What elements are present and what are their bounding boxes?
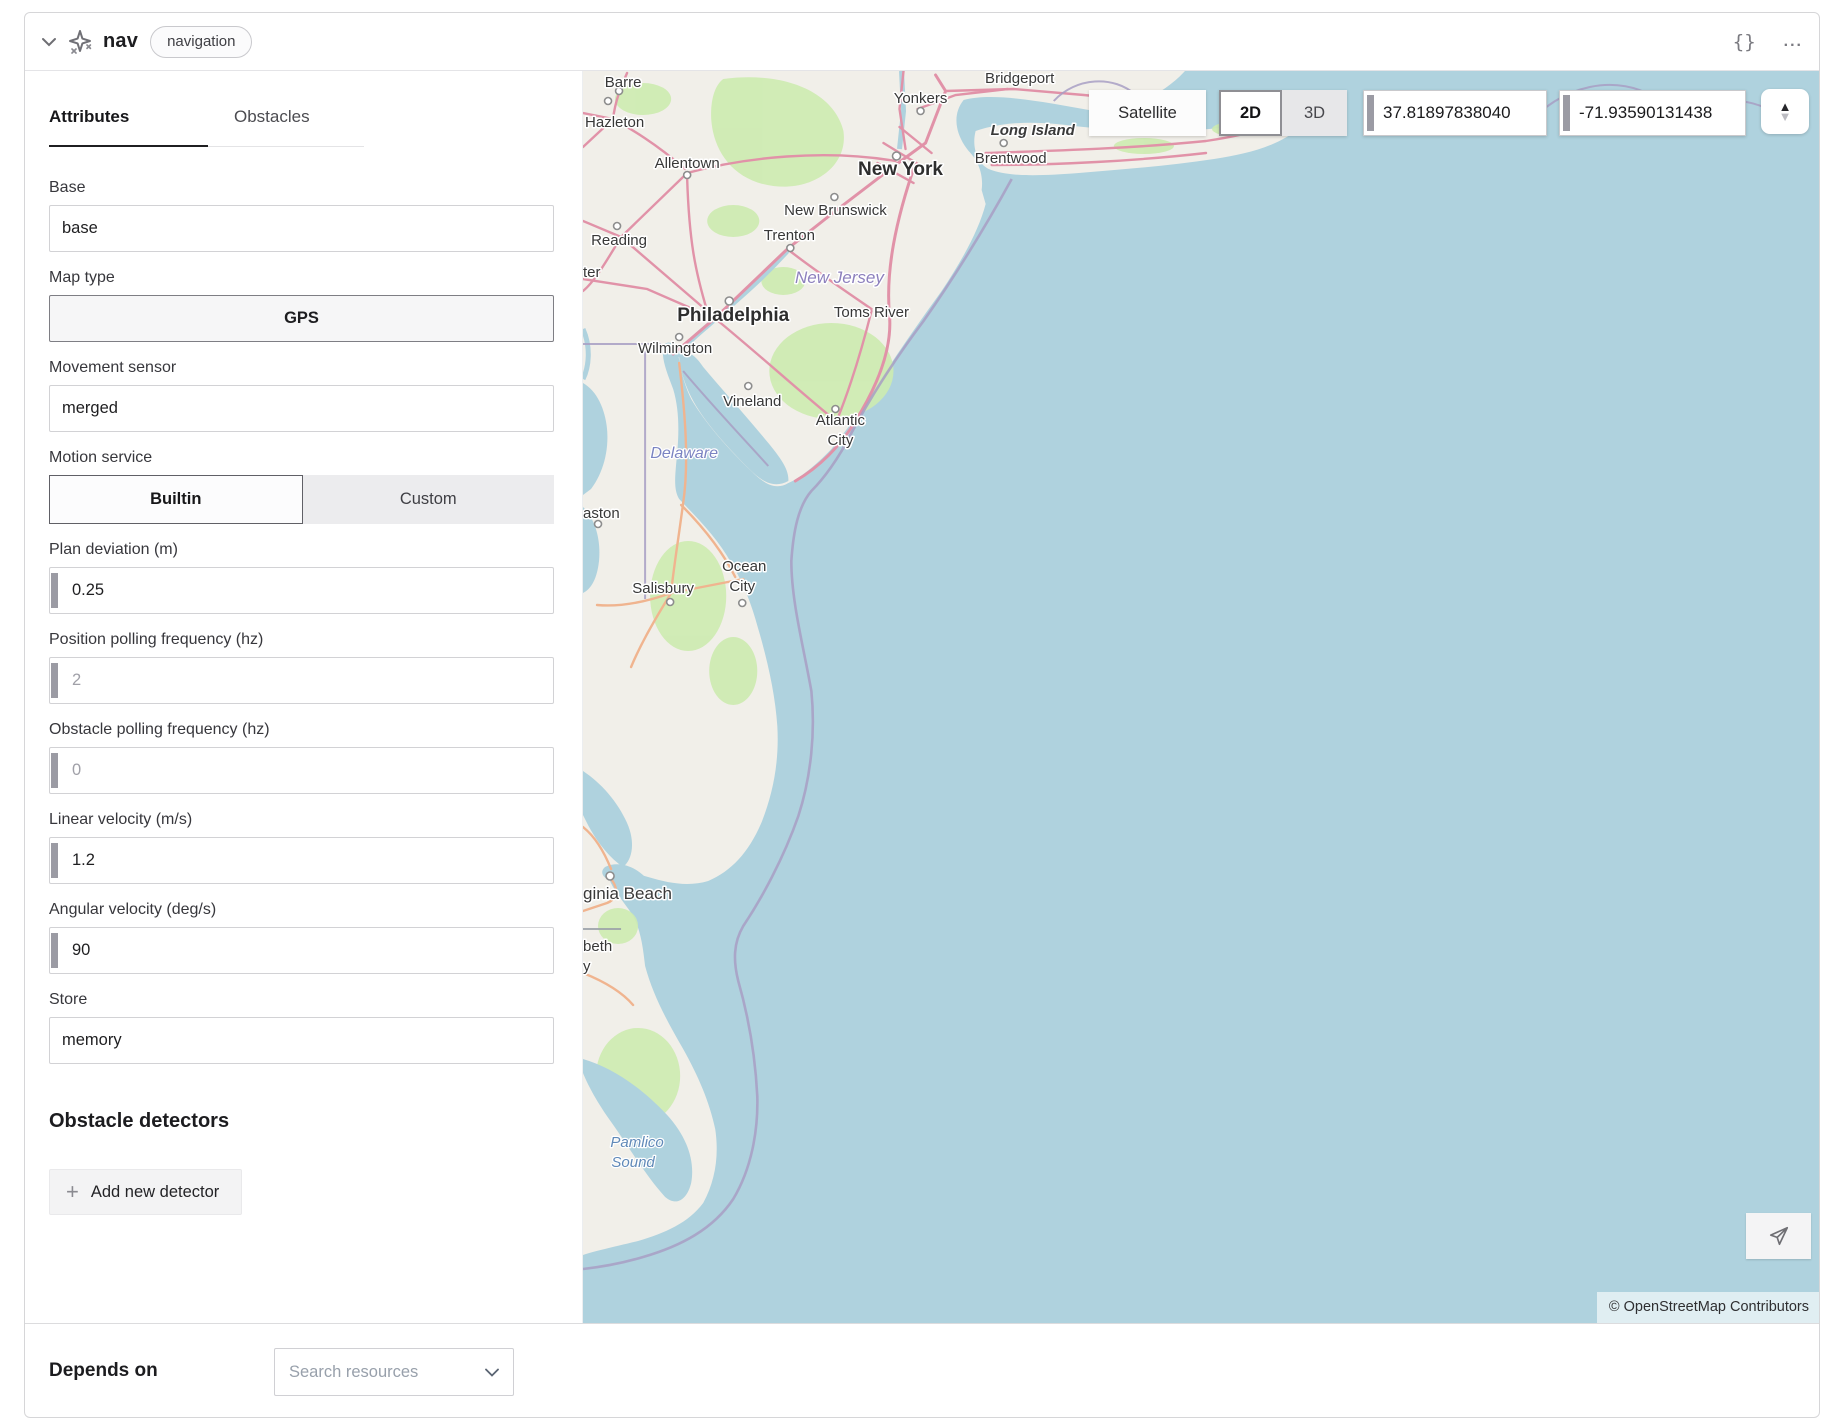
depends-on-dropdown[interactable]: Search resources bbox=[274, 1348, 514, 1396]
search-resources-placeholder: Search resources bbox=[289, 1363, 485, 1382]
longitude-input[interactable] bbox=[1560, 91, 1745, 135]
field-motion-service: Motion service Builtin Custom bbox=[49, 449, 554, 524]
more-menu-icon[interactable]: ... bbox=[1784, 33, 1803, 51]
tab-attributes[interactable]: Attributes bbox=[49, 107, 208, 147]
plan-deviation-label: Plan deviation (m) bbox=[49, 541, 554, 559]
latitude-field bbox=[1363, 90, 1547, 136]
field-obstacle-polling: Obstacle polling frequency (hz) bbox=[49, 721, 554, 794]
latitude-input[interactable] bbox=[1364, 91, 1546, 135]
store-label: Store bbox=[49, 991, 554, 1009]
plan-deviation-input[interactable] bbox=[49, 567, 554, 614]
field-map-type: Map type GPS bbox=[49, 269, 554, 342]
base-input[interactable] bbox=[49, 205, 554, 252]
svg-text:Vineland: Vineland bbox=[723, 393, 781, 410]
field-position-polling: Position polling frequency (hz) bbox=[49, 631, 554, 704]
svg-text:beth: beth bbox=[583, 938, 612, 955]
depends-on-row: Depends on Search resources bbox=[25, 1323, 1819, 1417]
nav-service-card: nav navigation {} ... Attributes Obstacl… bbox=[24, 12, 1820, 1418]
depends-on-label: Depends on bbox=[49, 1360, 158, 1382]
svg-text:New York: New York bbox=[858, 159, 943, 180]
obstacle-polling-label: Obstacle polling frequency (hz) bbox=[49, 721, 554, 739]
svg-text:City: City bbox=[729, 578, 755, 595]
svg-text:ter: ter bbox=[583, 264, 601, 281]
header-actions: {} ... bbox=[1733, 31, 1803, 53]
svg-text:aston: aston bbox=[583, 505, 620, 522]
svg-text:Brentwood: Brentwood bbox=[975, 150, 1047, 167]
chevron-down-icon bbox=[485, 1368, 499, 1377]
svg-text:y: y bbox=[583, 958, 591, 975]
obstacle-detectors-heading: Obstacle detectors bbox=[49, 1110, 554, 1133]
send-location-icon bbox=[1768, 1225, 1790, 1247]
field-base: Base bbox=[49, 179, 554, 252]
svg-text:Wilmington: Wilmington bbox=[638, 340, 712, 357]
resource-type-badge: navigation bbox=[150, 26, 252, 58]
store-input[interactable] bbox=[49, 1017, 554, 1064]
angular-velocity-label: Angular velocity (deg/s) bbox=[49, 901, 554, 919]
map-attribution: © OpenStreetMap Contributors bbox=[1597, 1292, 1820, 1323]
recenter-button[interactable] bbox=[1746, 1213, 1811, 1259]
longitude-field bbox=[1559, 90, 1746, 136]
svg-text:New Brunswick: New Brunswick bbox=[784, 202, 887, 219]
svg-text:Ocean: Ocean bbox=[722, 558, 766, 575]
add-detector-button[interactable]: + Add new detector bbox=[49, 1169, 242, 1215]
obstacle-polling-input[interactable] bbox=[49, 747, 554, 794]
svg-text:City: City bbox=[827, 432, 853, 449]
svg-text:Atlantic: Atlantic bbox=[816, 412, 866, 429]
svg-text:Reading: Reading bbox=[591, 232, 647, 249]
svg-text:Yonkers: Yonkers bbox=[894, 90, 948, 107]
map-mode-toggle: 2D 3D bbox=[1219, 90, 1347, 136]
svg-text:New Jersey: New Jersey bbox=[795, 268, 885, 287]
field-linear-velocity: Linear velocity (m/s) bbox=[49, 811, 554, 884]
field-angular-velocity: Angular velocity (deg/s) bbox=[49, 901, 554, 974]
collapse-chevron-icon[interactable] bbox=[39, 32, 59, 52]
page: nav navigation {} ... Attributes Obstacl… bbox=[0, 0, 1844, 1428]
angular-velocity-input[interactable] bbox=[49, 927, 554, 974]
movement-sensor-label: Movement sensor bbox=[49, 359, 554, 377]
map-type-label: Map type bbox=[49, 269, 554, 287]
movement-sensor-input[interactable] bbox=[49, 385, 554, 432]
coordinate-stepper[interactable]: ▲ ▼ bbox=[1761, 89, 1809, 134]
svg-text:Toms River: Toms River bbox=[834, 304, 909, 321]
satellite-toggle-button[interactable]: Satellite bbox=[1089, 90, 1206, 136]
field-store: Store bbox=[49, 991, 554, 1064]
field-plan-deviation: Plan deviation (m) bbox=[49, 541, 554, 614]
svg-text:Delaware: Delaware bbox=[650, 445, 718, 462]
linear-velocity-label: Linear velocity (m/s) bbox=[49, 811, 554, 829]
motion-service-builtin-option[interactable]: Builtin bbox=[49, 475, 303, 524]
map-type-gps-button[interactable]: GPS bbox=[49, 295, 554, 342]
mode-3d-button[interactable]: 3D bbox=[1282, 90, 1347, 136]
field-movement-sensor: Movement sensor bbox=[49, 359, 554, 432]
plus-icon: + bbox=[66, 1181, 79, 1203]
svg-text:Sound: Sound bbox=[611, 1154, 655, 1171]
resource-name: nav bbox=[103, 30, 138, 53]
svg-text:Pamlico: Pamlico bbox=[610, 1134, 663, 1151]
navigation-service-icon bbox=[65, 27, 95, 57]
svg-text:Barre: Barre bbox=[605, 74, 642, 91]
mode-2d-button[interactable]: 2D bbox=[1219, 90, 1282, 136]
motion-service-label: Motion service bbox=[49, 449, 554, 467]
svg-text:ginia Beach: ginia Beach bbox=[583, 884, 672, 903]
linear-velocity-input[interactable] bbox=[49, 837, 554, 884]
svg-text:Salisbury: Salisbury bbox=[632, 580, 694, 597]
card-header: nav navigation {} ... bbox=[25, 13, 1819, 71]
svg-text:Philadelphia: Philadelphia bbox=[677, 305, 789, 326]
svg-text:Hazleton: Hazleton bbox=[585, 114, 644, 131]
map-canvas[interactable]: Barre Hazleton Yonkers Bridgeport Long I… bbox=[583, 71, 1820, 1323]
base-label: Base bbox=[49, 179, 554, 197]
svg-text:Long Island: Long Island bbox=[991, 122, 1076, 139]
position-polling-input[interactable] bbox=[49, 657, 554, 704]
svg-text:Trenton: Trenton bbox=[764, 227, 815, 244]
svg-text:Allentown: Allentown bbox=[655, 155, 720, 172]
motion-service-custom-option[interactable]: Custom bbox=[303, 475, 555, 524]
step-down-icon[interactable]: ▼ bbox=[1779, 112, 1792, 121]
add-detector-label: Add new detector bbox=[91, 1183, 219, 1202]
tab-obstacles[interactable]: Obstacles bbox=[208, 107, 364, 147]
attributes-pane: Attributes Obstacles Base Map type GPS M… bbox=[25, 71, 583, 1323]
svg-text:Bridgeport: Bridgeport bbox=[985, 71, 1055, 87]
position-polling-label: Position polling frequency (hz) bbox=[49, 631, 554, 649]
map-basemap: Barre Hazleton Yonkers Bridgeport Long I… bbox=[583, 71, 1820, 1323]
json-mode-icon[interactable]: {} bbox=[1733, 31, 1756, 53]
tab-bar: Attributes Obstacles bbox=[49, 107, 554, 147]
